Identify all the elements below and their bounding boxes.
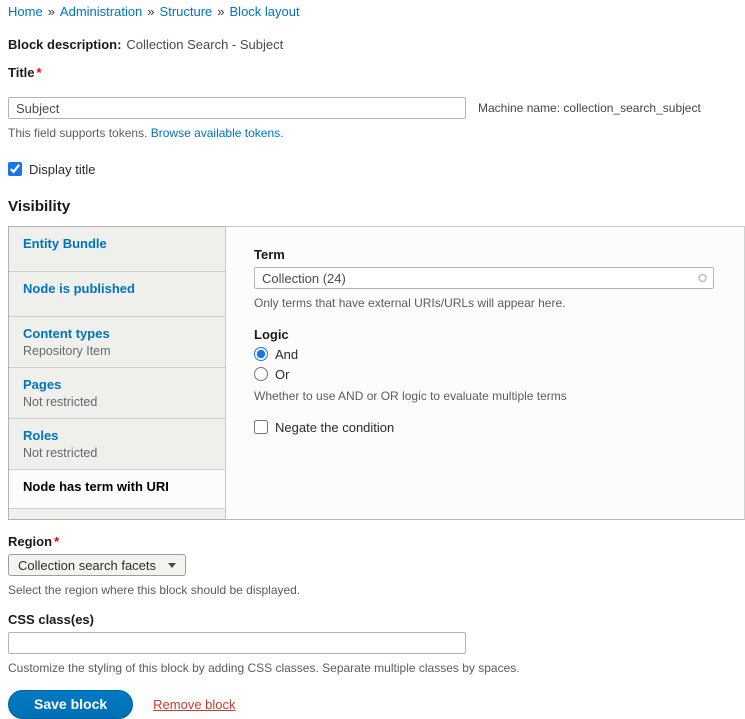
block-description-value: Collection Search - Subject bbox=[126, 37, 283, 52]
negate-checkbox[interactable] bbox=[254, 420, 268, 434]
css-classes-label: CSS class(es) bbox=[8, 612, 745, 627]
block-description-label: Block description: bbox=[8, 37, 121, 52]
title-field-group: Title* Machine name: collection_search_s… bbox=[8, 65, 745, 140]
remove-block-link[interactable]: Remove block bbox=[153, 697, 235, 712]
tab-entity-bundle[interactable]: Entity Bundle bbox=[9, 227, 225, 272]
visibility-tab-panel: Term Only terms that have external URIs/… bbox=[226, 226, 745, 520]
title-input[interactable] bbox=[8, 97, 466, 119]
autocomplete-status-icon bbox=[698, 274, 707, 283]
visibility-tab-list: Entity Bundle Node is published Content … bbox=[8, 226, 226, 520]
visibility-heading: Visibility bbox=[8, 198, 745, 215]
css-classes-field-group: CSS class(es) Customize the styling of t… bbox=[8, 612, 745, 675]
tab-pages[interactable]: Pages Not restricted bbox=[9, 368, 225, 419]
term-field-group: Term Only terms that have external URIs/… bbox=[254, 247, 716, 310]
tab-node-has-term-with-uri[interactable]: Node has term with URI bbox=[9, 470, 225, 509]
save-block-button[interactable]: Save block bbox=[8, 690, 133, 719]
browse-tokens-link[interactable]: Browse available tokens. bbox=[151, 126, 284, 140]
term-description: Only terms that have external URIs/URLs … bbox=[254, 296, 716, 310]
chevron-down-icon bbox=[168, 563, 176, 568]
title-description: This field supports tokens. Browse avail… bbox=[8, 126, 745, 140]
term-label: Term bbox=[254, 247, 716, 262]
region-description: Select the region where this block shoul… bbox=[8, 583, 745, 597]
logic-description: Whether to use AND or OR logic to evalua… bbox=[254, 389, 716, 403]
form-actions: Save block Remove block bbox=[8, 690, 745, 719]
title-label: Title* bbox=[8, 65, 745, 80]
breadcrumb-separator: » bbox=[217, 4, 224, 19]
logic-option-and: And bbox=[254, 347, 716, 362]
display-title-field: Display title bbox=[8, 162, 745, 177]
breadcrumb-link-home[interactable]: Home bbox=[8, 4, 43, 19]
term-input[interactable] bbox=[254, 267, 714, 289]
breadcrumb-link-structure[interactable]: Structure bbox=[160, 4, 213, 19]
required-marker: * bbox=[54, 534, 59, 549]
negate-field: Negate the condition bbox=[254, 420, 716, 435]
breadcrumb-link-block-layout[interactable]: Block layout bbox=[230, 4, 300, 19]
logic-or-radio[interactable] bbox=[254, 367, 268, 381]
css-classes-description: Customize the styling of this block by a… bbox=[8, 661, 745, 675]
css-classes-input[interactable] bbox=[8, 632, 466, 654]
display-title-checkbox[interactable] bbox=[8, 162, 22, 176]
tab-roles[interactable]: Roles Not restricted bbox=[9, 419, 225, 470]
machine-name: Machine name: collection_search_subject bbox=[478, 101, 701, 115]
negate-label[interactable]: Negate the condition bbox=[254, 420, 394, 435]
block-description: Block description: Collection Search - Su… bbox=[8, 37, 745, 52]
breadcrumb-link-administration[interactable]: Administration bbox=[60, 4, 142, 19]
region-label: Region* bbox=[8, 534, 745, 549]
region-select-value: Collection search facets bbox=[18, 558, 156, 573]
logic-option-or: Or bbox=[254, 367, 716, 382]
block-configure-page: Home » Administration » Structure » Block layo… bbox=[0, 0, 745, 719]
logic-field-group: Logic And Or Whether to use AND or OR lo… bbox=[254, 327, 716, 403]
required-marker: * bbox=[37, 65, 42, 80]
visibility-vertical-tabs: Entity Bundle Node is published Content … bbox=[8, 226, 745, 520]
region-field-group: Region* Collection search facets Select … bbox=[8, 534, 745, 597]
display-title-label[interactable]: Display title bbox=[8, 162, 95, 177]
tab-content-types[interactable]: Content types Repository Item bbox=[9, 317, 225, 368]
logic-label: Logic bbox=[254, 327, 716, 342]
region-select[interactable]: Collection search facets bbox=[8, 554, 186, 576]
breadcrumb: Home » Administration » Structure » Block layo… bbox=[8, 4, 745, 19]
breadcrumb-separator: » bbox=[147, 4, 154, 19]
logic-and-radio[interactable] bbox=[254, 347, 268, 361]
tab-node-is-published[interactable]: Node is published bbox=[9, 272, 225, 317]
breadcrumb-separator: » bbox=[48, 4, 55, 19]
